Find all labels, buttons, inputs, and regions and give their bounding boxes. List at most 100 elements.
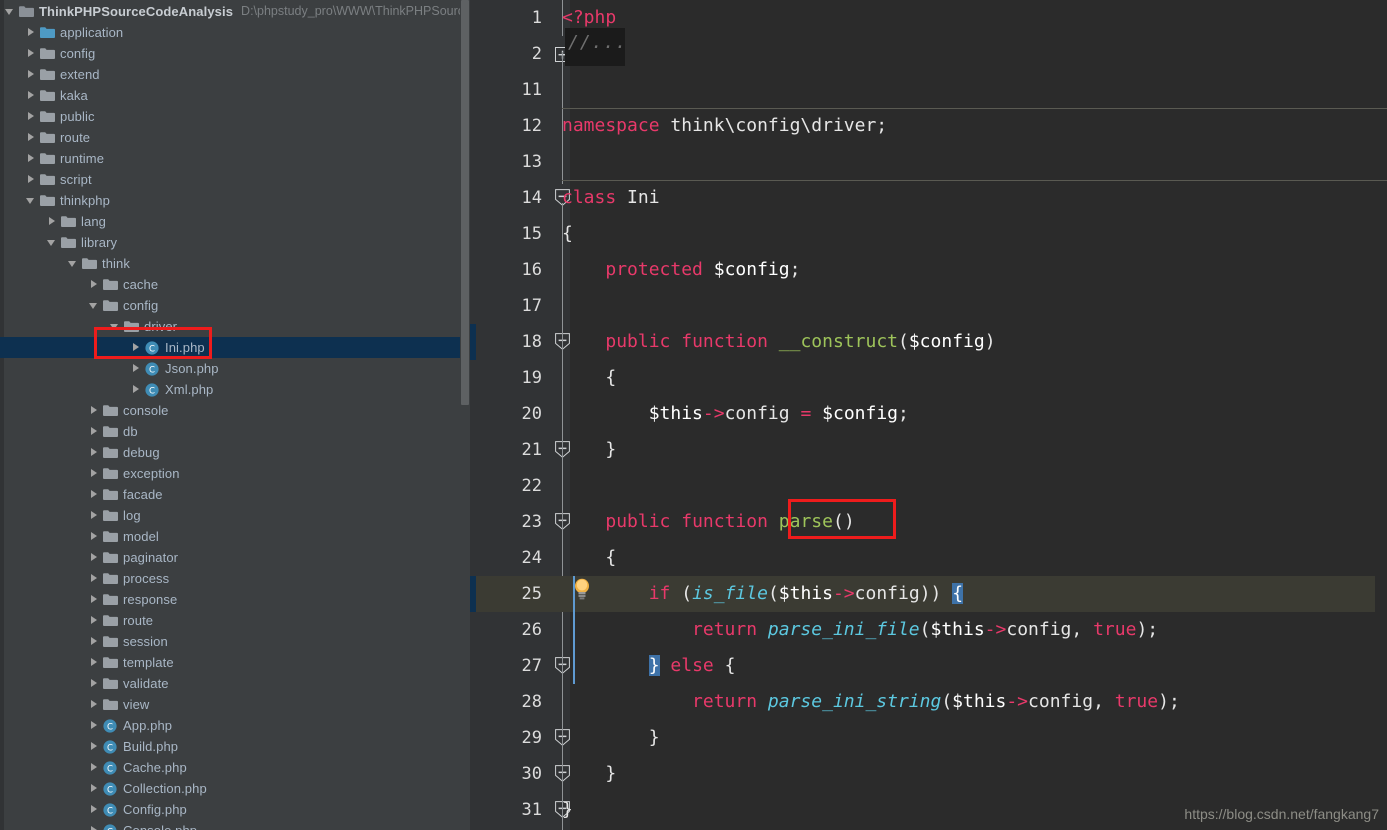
code-line-16[interactable]: 16 protected $config; — [470, 252, 1387, 288]
line-number[interactable]: 24 — [470, 540, 542, 576]
chevron-right-icon[interactable] — [88, 274, 102, 295]
chevron-right-icon[interactable] — [130, 379, 144, 400]
tree-item-console-php[interactable]: CConsole.php — [0, 820, 470, 830]
code-text[interactable]: namespace think\config\driver; — [562, 108, 887, 144]
chevron-right-icon[interactable] — [25, 127, 39, 148]
line-number[interactable]: 11 — [470, 72, 542, 108]
line-number[interactable]: 20 — [470, 396, 542, 432]
chevron-down-icon[interactable] — [25, 190, 39, 211]
code-text[interactable]: class Ini — [562, 180, 660, 216]
tree-item-response[interactable]: response — [0, 589, 470, 610]
tree-item-session[interactable]: session — [0, 631, 470, 652]
tree-item-model[interactable]: model — [0, 526, 470, 547]
chevron-right-icon[interactable] — [25, 169, 39, 190]
code-line-24[interactable]: 24 { — [470, 540, 1387, 576]
code-line-11[interactable]: 11 — [470, 72, 1387, 108]
tree-item-json-php[interactable]: C Json.php — [0, 358, 470, 379]
line-number[interactable]: 29 — [470, 720, 542, 756]
tree-item-app-php[interactable]: C App.php — [0, 715, 470, 736]
code-editor[interactable]: 1 <?php 2 11 12 namespace think\config\driver… — [470, 0, 1387, 830]
tree-item-library[interactable]: library — [0, 232, 470, 253]
tree-item-debug[interactable]: debug — [0, 442, 470, 463]
code-text[interactable]: public function parse() — [562, 504, 854, 540]
chevron-right-icon[interactable] — [88, 820, 102, 830]
tree-item-db[interactable]: db — [0, 421, 470, 442]
tree-item-process[interactable]: process — [0, 568, 470, 589]
intention-lightbulb-icon[interactable] — [573, 578, 591, 605]
code-line-27[interactable]: 27 } else { — [470, 648, 1387, 684]
code-line-25[interactable]: 25 if (is_file($this->config)) { — [470, 576, 1387, 612]
chevron-right-icon[interactable] — [88, 610, 102, 631]
line-number[interactable]: 27 — [470, 648, 542, 684]
line-number[interactable]: 2 — [470, 36, 542, 72]
chevron-down-icon[interactable] — [67, 253, 81, 274]
chevron-right-icon[interactable] — [25, 106, 39, 127]
chevron-down-icon[interactable] — [109, 316, 123, 337]
code-line-21[interactable]: 21 } — [470, 432, 1387, 468]
tree-item-driver[interactable]: driver — [0, 316, 470, 337]
chevron-right-icon[interactable] — [88, 799, 102, 820]
tree-item-validate[interactable]: validate — [0, 673, 470, 694]
tree-item-runtime[interactable]: runtime — [0, 148, 470, 169]
line-number[interactable]: 19 — [470, 360, 542, 396]
chevron-right-icon[interactable] — [88, 463, 102, 484]
code-line-14[interactable]: 14 class Ini — [470, 180, 1387, 216]
line-number[interactable]: 21 — [470, 432, 542, 468]
code-line-18[interactable]: 18 public function __construct($config) — [470, 324, 1387, 360]
tree-item-config[interactable]: config — [0, 295, 470, 316]
code-line-15[interactable]: 15 { — [470, 216, 1387, 252]
project-tree-panel[interactable]: ThinkPHPSourceCodeAnalysis D:\phpstudy_pr… — [0, 0, 470, 830]
code-text[interactable]: } — [562, 756, 616, 792]
code-line-20[interactable]: 20 $this->config = $config; — [470, 396, 1387, 432]
code-lines[interactable]: 1 <?php 2 11 12 namespace think\config\driver… — [470, 0, 1387, 828]
code-line-12[interactable]: 12 namespace think\config\driver; — [470, 108, 1387, 144]
tree-item-thinkphp[interactable]: thinkphp — [0, 190, 470, 211]
chevron-right-icon[interactable] — [88, 673, 102, 694]
sidebar-scrollbar-thumb[interactable] — [461, 0, 469, 405]
line-number[interactable]: 28 — [470, 684, 542, 720]
code-line-29[interactable]: 29 } — [470, 720, 1387, 756]
chevron-right-icon[interactable] — [88, 589, 102, 610]
code-text[interactable]: { — [562, 360, 616, 396]
chevron-right-icon[interactable] — [130, 358, 144, 379]
tree-item-public[interactable]: public — [0, 106, 470, 127]
tree-item-template[interactable]: template — [0, 652, 470, 673]
line-number[interactable]: 23 — [470, 504, 542, 540]
folded-comment-region[interactable]: //... — [565, 28, 626, 66]
line-number[interactable]: 15 — [470, 216, 542, 252]
chevron-right-icon[interactable] — [25, 85, 39, 106]
tree-item-build-php[interactable]: C Build.php — [0, 736, 470, 757]
code-line-26[interactable]: 26 return parse_ini_file($this->config, … — [470, 612, 1387, 648]
tree-item-application[interactable]: application — [0, 22, 470, 43]
tree-item-think[interactable]: think — [0, 253, 470, 274]
code-text[interactable]: } — [562, 792, 573, 828]
code-line-28[interactable]: 28 return parse_ini_string($this->config… — [470, 684, 1387, 720]
code-text[interactable]: } — [562, 720, 660, 756]
line-number[interactable]: 12 — [470, 108, 542, 144]
line-number[interactable]: 25 — [470, 576, 542, 612]
chevron-right-icon[interactable] — [88, 631, 102, 652]
line-number[interactable]: 31 — [470, 792, 542, 828]
line-number[interactable]: 30 — [470, 756, 542, 792]
editor-scrollbar[interactable] — [1375, 0, 1387, 830]
line-number[interactable]: 17 — [470, 288, 542, 324]
chevron-right-icon[interactable] — [88, 568, 102, 589]
code-text[interactable]: return parse_ini_file($this->config, tru… — [562, 612, 1158, 648]
chevron-right-icon[interactable] — [88, 694, 102, 715]
line-number[interactable]: 16 — [470, 252, 542, 288]
tree-item-facade[interactable]: facade — [0, 484, 470, 505]
tree-item-thinkphpsourcecodeanalysis[interactable]: ThinkPHPSourceCodeAnalysis D:\phpstudy_pr… — [0, 0, 470, 22]
chevron-right-icon[interactable] — [88, 421, 102, 442]
code-text[interactable]: { — [562, 216, 573, 252]
tree-item-route[interactable]: route — [0, 610, 470, 631]
chevron-right-icon[interactable] — [88, 652, 102, 673]
code-line-19[interactable]: 19 { — [470, 360, 1387, 396]
tree-item-xml-php[interactable]: C Xml.php — [0, 379, 470, 400]
tree-item-log[interactable]: log — [0, 505, 470, 526]
chevron-right-icon[interactable] — [88, 736, 102, 757]
code-text[interactable]: public function __construct($config) — [562, 324, 995, 360]
tree-item-view[interactable]: view — [0, 694, 470, 715]
chevron-down-icon[interactable] — [88, 295, 102, 316]
chevron-right-icon[interactable] — [25, 22, 39, 43]
code-text[interactable]: } — [562, 432, 616, 468]
